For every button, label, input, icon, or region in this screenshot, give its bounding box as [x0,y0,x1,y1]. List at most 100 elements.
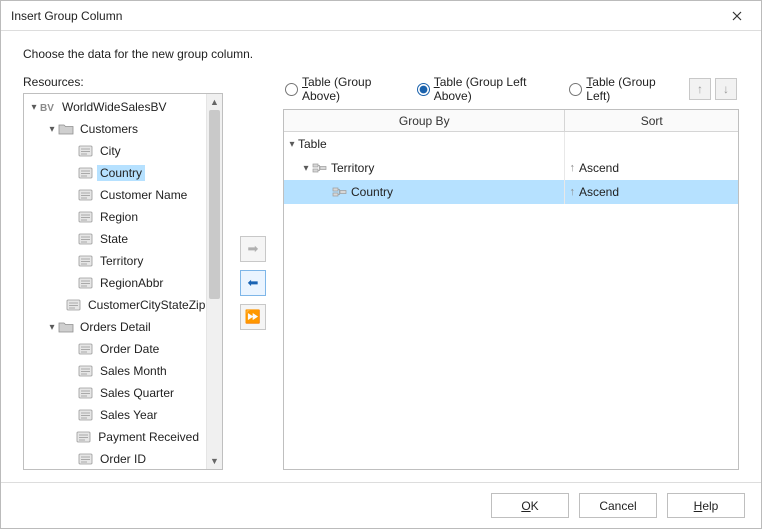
double-arrow-right-icon: ⏩ [245,309,261,325]
dialog-footer: OK Cancel Help [1,482,761,528]
grid-header-sort[interactable]: Sort [565,110,738,131]
sort-asc-icon: ↑ [569,162,575,174]
folder-icon [58,122,74,136]
scroll-up-icon[interactable]: ▲ [207,94,222,110]
tree-item[interactable]: RegionAbbr [24,272,206,294]
add-all-button[interactable]: ⏩ [240,304,266,330]
add-button[interactable]: ➡ [240,236,266,262]
radio-label: Table (Group Left Above) [434,75,552,103]
field-icon [78,276,94,290]
group-grid[interactable]: Group By Sort ▾ Table ▾ Territory [283,109,739,470]
move-down-button[interactable]: ↓ [715,78,737,100]
help-button[interactable]: Help [667,493,745,518]
arrow-right-icon: ➡ [248,241,259,257]
tree-item[interactable]: Sales Year [24,404,206,426]
tree-node-label: Customers [77,121,141,137]
tree-node-label: City [97,143,124,159]
tree-node-label: Country [97,165,145,181]
tree-item[interactable]: Order ID [24,448,206,469]
grid-header: Group By Sort [284,110,738,132]
field-icon [78,364,94,378]
field-icon [78,232,94,246]
field-icon [78,210,94,224]
tree-node-label: Payment Received [95,429,202,445]
tree-item[interactable]: Sales Month [24,360,206,382]
field-icon [78,342,94,356]
bv-icon [40,100,56,114]
radio-input[interactable] [417,83,430,96]
group-icon [312,161,328,175]
tree-folder-orders-detail[interactable]: ▾ Orders Detail [24,316,206,338]
tree-root[interactable]: ▾ WorldWideSalesBV [24,96,206,118]
radio-input[interactable] [285,83,298,96]
tree-item[interactable]: Sales Quarter [24,382,206,404]
grid-cell-label: Territory [331,161,374,175]
scroll-down-icon[interactable]: ▼ [207,453,222,469]
grid-row[interactable]: ▾ Table [284,132,738,156]
grid-header-groupby[interactable]: Group By [284,110,565,131]
grid-cell-sort: Ascend [579,161,619,175]
remove-button[interactable]: ⬅ [240,270,266,296]
grid-cell-sort: Ascend [579,185,619,199]
folder-icon [58,320,74,334]
grid-row[interactable]: Country ↑Ascend [284,180,738,204]
tree-node-label: State [97,231,131,247]
tree-node-label: CustomerCityStateZip [85,297,206,313]
tree-item[interactable]: Payment Received [24,426,206,448]
instruction-text: Choose the data for the new group column… [23,47,739,61]
move-up-button[interactable]: ↑ [689,78,711,100]
tree-node-label: Sales Month [97,363,170,379]
resources-label: Resources: [23,75,223,89]
resources-tree[interactable]: ▾ WorldWideSalesBV ▾ Customers City Coun… [23,93,223,470]
tree-item[interactable]: CustomerCityStateZip [24,294,206,316]
tree-node-label: Order Date [97,341,162,357]
tree-item[interactable]: City [24,140,206,162]
close-button[interactable] [721,5,753,27]
radio-label: Table (Group Above) [302,75,399,103]
field-icon [78,166,94,180]
field-icon [78,144,94,158]
field-icon [66,298,82,312]
radio-input[interactable] [569,83,582,96]
ok-button[interactable]: OK [491,493,569,518]
tree-node-label: RegionAbbr [97,275,166,291]
field-icon [78,188,94,202]
radio-table-group-left[interactable]: Table (Group Left) [569,75,671,103]
grid-cell-label: Country [351,185,393,199]
field-icon [78,452,94,466]
radio-table-group-above[interactable]: Table (Group Above) [285,75,399,103]
chevron-down-icon[interactable]: ▾ [28,102,40,113]
cancel-button[interactable]: Cancel [579,493,657,518]
arrow-up-icon: ↑ [697,82,703,96]
grid-row[interactable]: ▾ Territory ↑ Ascend [284,156,738,180]
chevron-down-icon[interactable]: ▾ [286,139,298,150]
tree-node-label: Region [97,209,141,225]
field-icon [78,408,94,422]
chevron-down-icon[interactable]: ▾ [46,322,58,333]
tree-node-label: Order ID [97,451,149,467]
tree-folder-customers[interactable]: ▾ Customers [24,118,206,140]
tree-item[interactable]: Order Date [24,338,206,360]
arrow-left-icon: ⬅ [248,275,259,291]
radio-table-group-left-above[interactable]: Table (Group Left Above) [417,75,552,103]
tree-node-label: Customer Name [97,187,190,203]
chevron-down-icon[interactable]: ▾ [46,124,58,135]
scrollbar-vertical[interactable]: ▲ ▼ [206,94,222,469]
tree-node-label: Territory [97,253,146,269]
scroll-thumb[interactable] [209,110,220,299]
tree-item[interactable]: Country [24,162,206,184]
tree-item[interactable]: Region [24,206,206,228]
grid-cell-label: Table [298,137,327,151]
group-icon [332,185,348,199]
tree-node-label: Sales Year [97,407,160,423]
titlebar: Insert Group Column [1,1,761,31]
arrow-down-icon: ↓ [723,82,729,96]
tree-item[interactable]: Customer Name [24,184,206,206]
tree-node-label: Orders Detail [77,319,154,335]
tree-item[interactable]: Territory [24,250,206,272]
close-icon [732,11,742,21]
chevron-down-icon[interactable]: ▾ [300,163,312,174]
tree-item[interactable]: State [24,228,206,250]
radio-label: Table (Group Left) [586,75,671,103]
scroll-track[interactable] [207,110,222,453]
